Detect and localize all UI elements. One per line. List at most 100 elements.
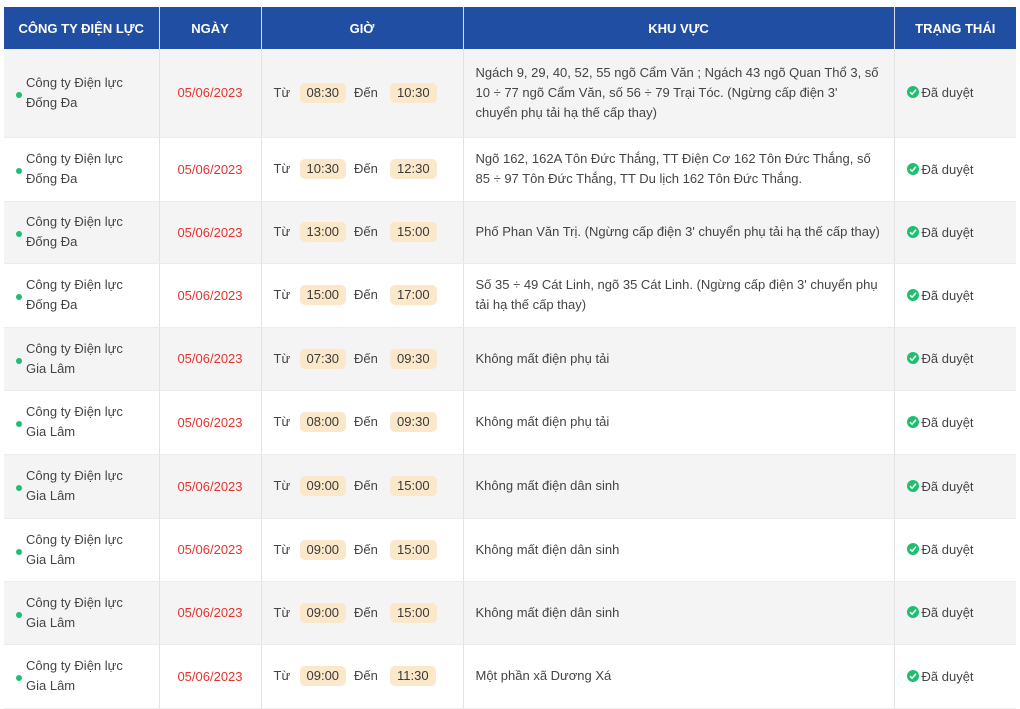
check-circle-icon	[906, 162, 919, 175]
date-cell: 05/06/2023	[159, 137, 262, 202]
bullet-dot-icon	[16, 294, 22, 300]
company-name: Công ty Điện lực Đống Đa	[26, 151, 123, 186]
bullet-dot-icon	[16, 485, 22, 491]
status-cell: Đã duyệt	[894, 581, 1016, 645]
table-row[interactable]: Công ty Điện lực Đống Đa 05/06/2023 Từ 08…	[4, 49, 1016, 138]
check-circle-icon	[906, 288, 919, 301]
status-label: Đã duyệt	[921, 161, 974, 177]
end-time-badge: 15:00	[390, 602, 437, 623]
column-header-date[interactable]: NGÀY	[159, 7, 262, 49]
status-label: Đã duyệt	[921, 605, 974, 620]
bullet-dot-icon	[16, 168, 22, 174]
date-cell: 05/06/2023	[159, 644, 262, 709]
company-name: Công ty Điện lực Đống Đa	[26, 74, 123, 110]
company-name: Công ty Điện lực Gia Lâm	[26, 340, 123, 376]
table-header-row: CÔNG TY ĐIỆN LỰC NGÀY GIỜ KHU VỰC TRẠNG …	[4, 7, 1016, 49]
company-name: Công ty Điện lực Gia Lâm	[26, 658, 123, 693]
table-row[interactable]: Công ty Điện lực Gia Lâm 05/06/2023 Từ 09…	[4, 454, 1016, 519]
outage-schedule-table: CÔNG TY ĐIỆN LỰC NGÀY GIỜ KHU VỰC TRẠNG …	[4, 7, 1016, 709]
column-header-area[interactable]: KHU VỰC	[463, 7, 895, 49]
start-time-badge: 09:00	[299, 539, 347, 560]
company-cell: Công ty Điện lực Đống Đa	[4, 263, 160, 328]
bullet-dot-icon	[16, 231, 22, 237]
from-label: Từ	[273, 668, 291, 683]
table-row[interactable]: Công ty Điện lực Gia Lâm 05/06/2023 Từ 09…	[4, 581, 1016, 645]
from-label: Từ	[273, 84, 291, 100]
company-name: Công ty Điện lực Đống Đa	[26, 214, 123, 249]
start-time-badge: 08:30	[299, 82, 347, 103]
start-time-badge: 10:30	[299, 159, 347, 179]
area-cell: Không mất điện phụ tải	[463, 327, 895, 391]
column-header-time[interactable]: GIỜ	[261, 7, 464, 49]
bullet-dot-icon	[16, 611, 22, 618]
bullet-dot-icon	[16, 675, 22, 681]
start-time-badge: 07:30	[299, 348, 347, 369]
table-row[interactable]: Công ty Điện lực Đống Đa 05/06/2023 Từ 13…	[4, 201, 1016, 264]
company-name: Công ty Điện lực Gia Lâm	[26, 468, 123, 503]
area-cell: Ngõ 162, 162A Tôn Đức Thắng, TT Điện Cơ …	[463, 137, 895, 202]
time-cell: Từ 10:30 Đến 12:30	[261, 137, 464, 202]
end-time-badge: 15:00	[390, 476, 437, 496]
end-time-badge: 12:30	[390, 159, 437, 179]
status-cell: Đã duyệt	[894, 137, 1016, 202]
table-row[interactable]: Công ty Điện lực Gia Lâm 05/06/2023 Từ 09…	[4, 518, 1016, 582]
company-name: Công ty Điện lực Gia Lâm	[26, 404, 123, 439]
time-cell: Từ 08:30 Đến 10:30	[261, 49, 464, 138]
start-time-badge: 15:00	[299, 285, 347, 305]
start-time-badge: 09:00	[299, 602, 347, 623]
bullet-dot-icon	[16, 357, 22, 364]
date-cell: 05/06/2023	[159, 263, 262, 328]
company-cell: Công ty Điện lực Đống Đa	[4, 201, 160, 264]
to-label: Đến	[354, 287, 378, 302]
to-label: Đến	[354, 604, 378, 620]
status-label: Đã duyệt	[921, 414, 974, 430]
company-cell: Công ty Điện lực Gia Lâm	[4, 327, 160, 391]
check-circle-icon	[906, 479, 919, 492]
status-label: Đã duyệt	[921, 224, 974, 240]
to-label: Đến	[354, 224, 378, 239]
area-cell: Không mất điện dân sinh	[463, 581, 895, 645]
company-name: Công ty Điện lực Gia Lâm	[26, 531, 123, 567]
company-cell: Công ty Điện lực Gia Lâm	[4, 581, 160, 645]
date-cell: 05/06/2023	[159, 49, 262, 138]
status-cell: Đã duyệt	[894, 518, 1016, 582]
time-cell: Từ 09:00 Đến 15:00	[261, 581, 464, 645]
time-cell: Từ 15:00 Đến 17:00	[261, 263, 464, 328]
from-label: Từ	[273, 161, 291, 176]
company-cell: Công ty Điện lực Gia Lâm	[4, 518, 160, 582]
column-header-status[interactable]: TRẠNG THÁI	[894, 7, 1016, 49]
area-cell: Ngách 9, 29, 40, 52, 55 ngõ Cẩm Văn ; Ng…	[463, 49, 895, 138]
status-cell: Đã duyệt	[894, 454, 1016, 519]
check-circle-icon	[906, 543, 919, 555]
end-time-badge: 15:00	[390, 222, 437, 242]
table-row[interactable]: Công ty Điện lực Đống Đa 05/06/2023 Từ 10…	[4, 137, 1016, 202]
date-cell: 05/06/2023	[159, 327, 262, 391]
area-cell: Một phần xã Dương Xá	[463, 644, 895, 709]
to-label: Đến	[354, 414, 378, 429]
from-label: Từ	[273, 287, 291, 302]
table-row[interactable]: Công ty Điện lực Gia Lâm 05/06/2023 Từ 09…	[4, 644, 1016, 709]
status-label: Đã duyệt	[921, 542, 974, 557]
area-cell: Số 35 ÷ 49 Cát Linh, ngõ 35 Cát Linh. (N…	[463, 263, 895, 328]
from-label: Từ	[273, 350, 291, 366]
column-header-company[interactable]: CÔNG TY ĐIỆN LỰC	[4, 7, 160, 49]
bullet-dot-icon	[16, 91, 22, 98]
from-label: Từ	[273, 414, 291, 429]
check-circle-icon	[906, 669, 919, 682]
status-label: Đã duyệt	[921, 85, 974, 101]
table-row[interactable]: Công ty Điện lực Đống Đa 05/06/2023 Từ 15…	[4, 263, 1016, 328]
company-cell: Công ty Điện lực Gia Lâm	[4, 390, 160, 455]
table-row[interactable]: Công ty Điện lực Gia Lâm 05/06/2023 Từ 07…	[4, 327, 1016, 391]
from-label: Từ	[273, 604, 291, 620]
status-cell: Đã duyệt	[894, 327, 1016, 391]
bullet-dot-icon	[16, 548, 22, 555]
date-cell: 05/06/2023	[159, 581, 262, 645]
company-cell: Công ty Điện lực Gia Lâm	[4, 644, 160, 709]
table-row[interactable]: Công ty Điện lực Gia Lâm 05/06/2023 Từ 08…	[4, 390, 1016, 455]
time-cell: Từ 09:00 Đến 11:30	[261, 644, 464, 709]
to-label: Đến	[354, 84, 378, 100]
to-label: Đến	[354, 478, 378, 493]
check-circle-icon	[906, 352, 919, 364]
to-label: Đến	[354, 350, 378, 366]
status-cell: Đã duyệt	[894, 263, 1016, 328]
